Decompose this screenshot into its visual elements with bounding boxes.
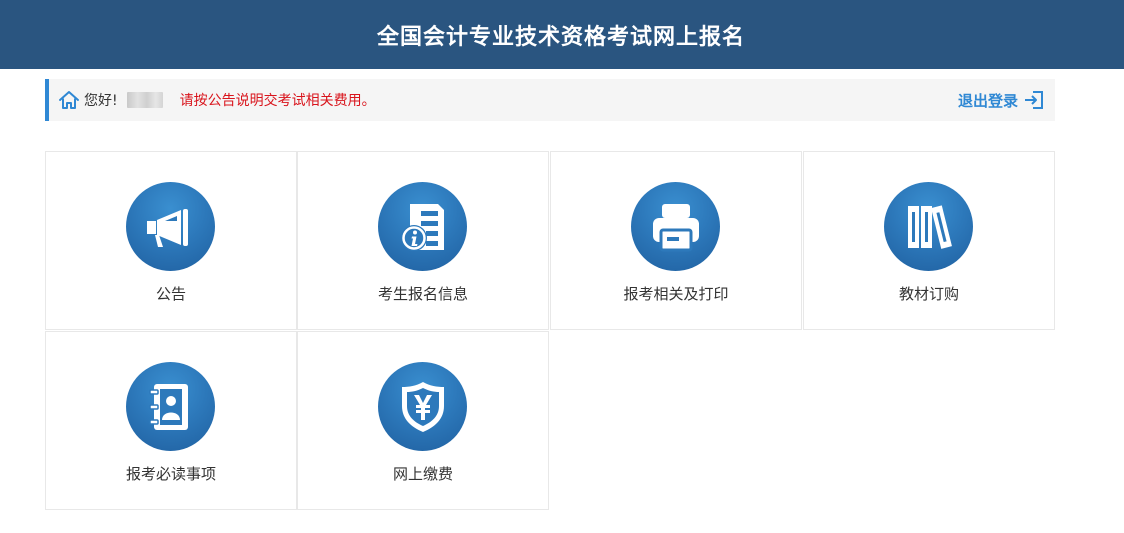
info-document-icon: [378, 182, 467, 271]
page-header: 全国会计专业技术资格考试网上报名: [0, 0, 1124, 69]
greeting-text: 您好!: [84, 93, 118, 109]
contact-book-icon: [126, 362, 215, 451]
yen-shield-icon: [378, 362, 467, 451]
home-icon[interactable]: [58, 89, 80, 111]
books-icon: [884, 182, 973, 271]
tile-label: 教材订购: [898, 285, 959, 303]
tile-applicant-info[interactable]: 考生报名信息: [297, 151, 549, 330]
menu-grid: 公告 考生报名信息 报考相关及打印 教材订购 报考必读事项 网上缴费: [45, 151, 1055, 511]
tile-required-reading[interactable]: 报考必读事项: [45, 331, 297, 510]
welcome-bar: 您好! 请按公告说明交考试相关费用。 退出登录: [45, 79, 1055, 121]
megaphone-icon: [126, 182, 215, 271]
logout-button[interactable]: 退出登录: [958, 79, 1044, 121]
tile-print[interactable]: 报考相关及打印: [550, 151, 802, 330]
tile-label: 公告: [155, 285, 186, 303]
logout-icon: [1024, 90, 1044, 110]
tile-label: 报考相关及打印: [623, 285, 729, 303]
tile-online-payment[interactable]: 网上缴费: [297, 331, 549, 510]
tile-announcement[interactable]: 公告: [45, 151, 297, 330]
logout-label: 退出登录: [957, 91, 1018, 110]
tile-label: 报考必读事项: [125, 465, 216, 483]
tile-label: 考生报名信息: [377, 285, 468, 303]
tile-textbook-order[interactable]: 教材订购: [803, 151, 1055, 330]
fee-notice: 请按公告说明交考试相关费用。: [179, 93, 376, 109]
username-redacted: [126, 92, 163, 108]
page-title: 全国会计专业技术资格考试网上报名: [376, 24, 745, 50]
printer-icon: [631, 182, 720, 271]
tile-label: 网上缴费: [392, 465, 453, 483]
